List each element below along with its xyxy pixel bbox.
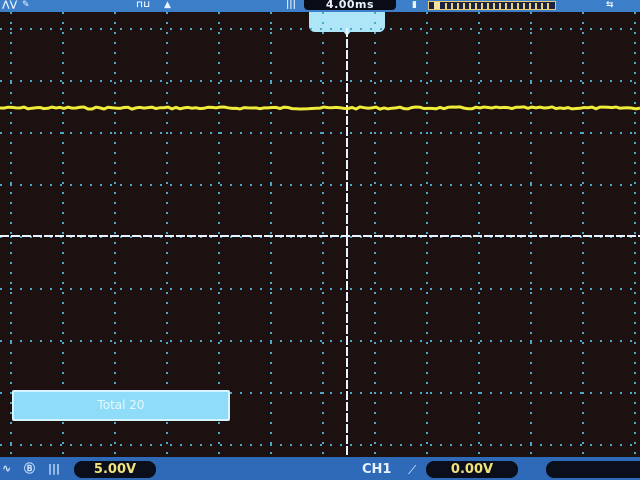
invert-icon: |||: [48, 462, 61, 475]
waveform-icon: ⋀⋁: [2, 0, 18, 10]
memory-tick: [493, 3, 495, 9]
memory-tick: [541, 3, 543, 9]
memory-tick: [547, 3, 549, 9]
bandwidth-limit-icon: Ⓑ: [24, 462, 35, 475]
memory-depth-icon: ▮: [412, 0, 417, 10]
memory-tick: [499, 3, 501, 9]
total-message-text: Total 20: [97, 398, 145, 412]
channel1-trace: [0, 105, 640, 111]
memory-tick: [445, 3, 447, 9]
memory-tick: [469, 3, 471, 9]
top-status-bar: ⋀⋁ ✎ ⊓⊔ ▲ ||| 4.00ms ▮ ⇆: [0, 0, 640, 12]
ac-coupling-icon: ∿: [2, 462, 12, 475]
memory-tick: [523, 3, 525, 9]
memory-view-window: [434, 2, 440, 9]
memory-tick: [529, 3, 531, 9]
memory-tick: [457, 3, 459, 9]
memory-position-bar[interactable]: [428, 1, 556, 10]
trigger-slope-icon: ⟋: [408, 463, 417, 477]
edit-icon: ✎: [22, 0, 30, 10]
trigger-offset-icon: ⇆: [606, 0, 614, 10]
trigger-time-readout[interactable]: [546, 461, 640, 478]
memory-tick: [481, 3, 483, 9]
trigger-level-readout[interactable]: 0.00V: [426, 461, 518, 478]
bottom-status-bar: ∿ Ⓑ ||| 5.00V CH1 ⟋ 0.00V: [0, 457, 640, 480]
grid-dots: [0, 12, 636, 454]
memory-tick: [505, 3, 507, 9]
trigger-status-icon: ▲: [164, 0, 171, 10]
total-message-box: Total 20: [12, 390, 230, 421]
memory-tick: [535, 3, 537, 9]
run-icon: |||: [286, 0, 296, 10]
memory-tick: [517, 3, 519, 9]
memory-tick: [511, 3, 513, 9]
memory-tick: [475, 3, 477, 9]
memory-tick: [487, 3, 489, 9]
trigger-edge-icon: ⊓⊔: [136, 0, 151, 10]
memory-tick: [463, 3, 465, 9]
oscilloscope-screen: ⋀⋁ ✎ ⊓⊔ ▲ ||| 4.00ms ▮ ⇆ Total 20 ∿ Ⓑ ||…: [0, 0, 640, 480]
timebase-readout[interactable]: 4.00ms: [304, 0, 396, 10]
channel-label: CH1: [362, 462, 392, 477]
volts-per-div-readout[interactable]: 5.00V: [74, 461, 156, 478]
memory-tick: [451, 3, 453, 9]
